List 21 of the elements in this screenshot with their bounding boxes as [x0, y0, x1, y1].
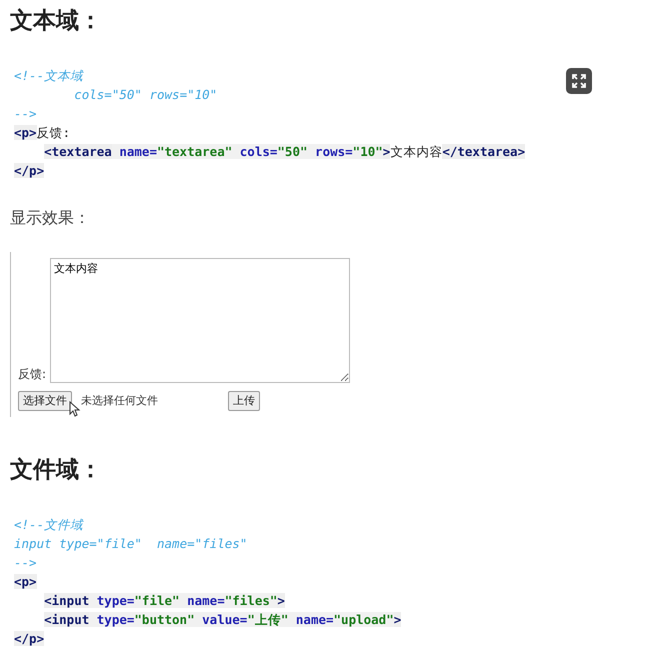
section-heading: 文本域： — [10, 8, 103, 36]
upload-button[interactable]: 上传 — [228, 390, 260, 412]
file-status: 未选择任何文件 — [81, 392, 158, 409]
code-line: <!--文件域 — [14, 516, 84, 534]
expand-button[interactable] — [566, 68, 592, 94]
choose-file-button[interactable]: 选择文件 — [18, 390, 72, 412]
code-line: cols="50" rows="10" — [73, 86, 218, 104]
caption: 显示效果： — [10, 206, 91, 229]
section-heading: 文件域： — [10, 457, 103, 485]
code-line: <input type="file" name="files"> — [43, 592, 285, 610]
code-line: --> — [14, 554, 37, 572]
code-line: <p>反馈: — [14, 124, 70, 142]
expand-icon — [571, 72, 587, 89]
field-label: 反馈: — [18, 366, 46, 383]
cursor-icon — [69, 400, 81, 417]
code-line: <textarea name="textarea" cols="50" rows="10">文本内容</textarea> — [43, 142, 526, 161]
text-area[interactable]: 文本内容 — [50, 258, 350, 383]
code-line: <!--文本域 — [14, 66, 84, 85]
code-line: input type="file" name="files" — [14, 534, 248, 553]
code-line: <input type="button" value="上传" name="upload"> — [43, 610, 402, 629]
code-line: --> — [14, 104, 37, 123]
